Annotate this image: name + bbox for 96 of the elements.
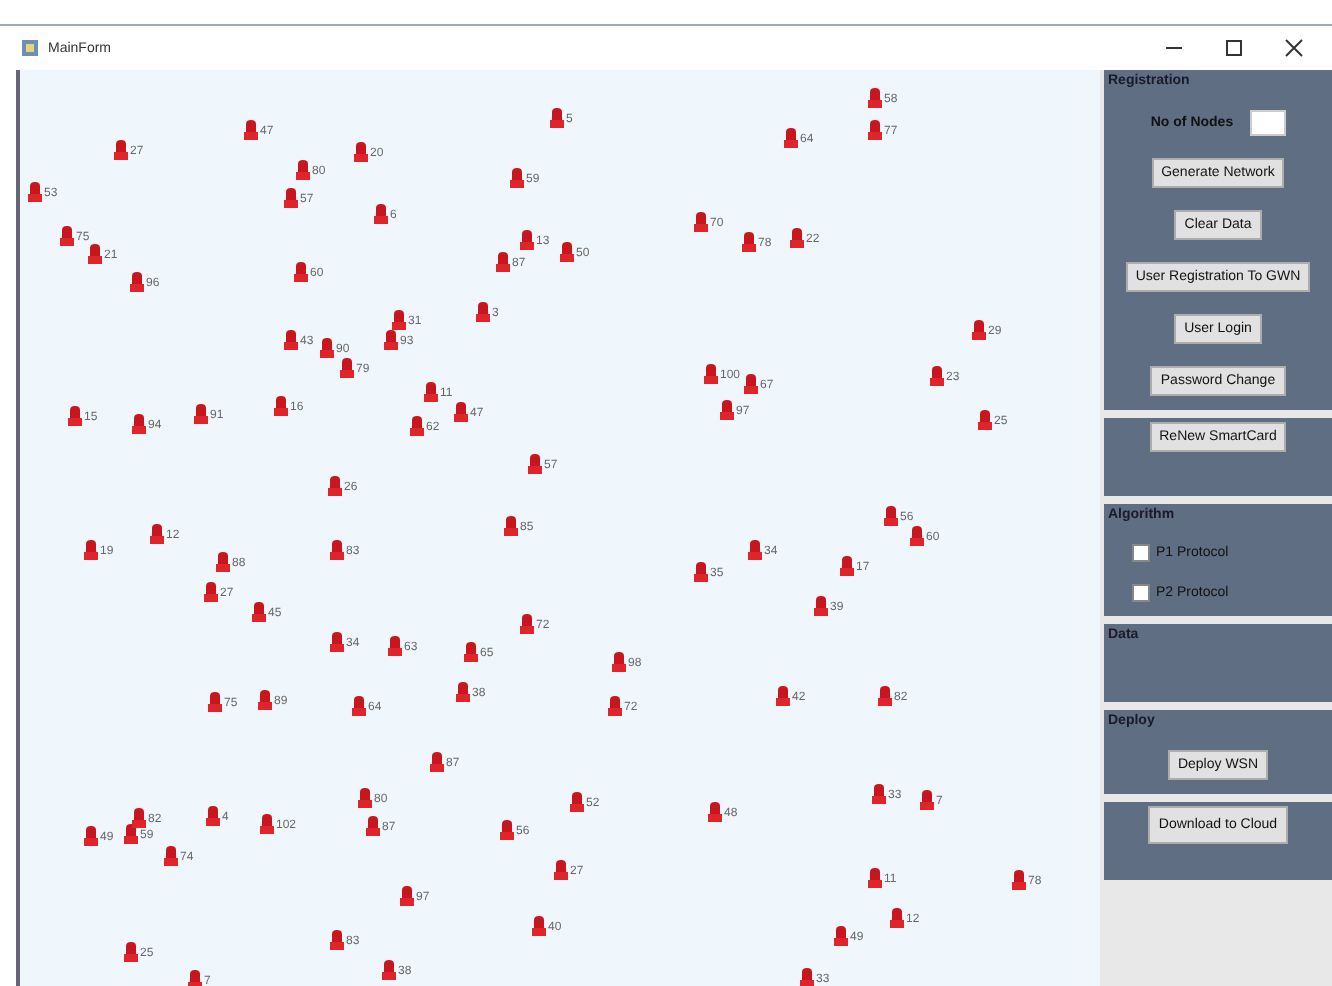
- sensor-node-icon: [274, 396, 288, 416]
- sensor-node-icon: [694, 212, 708, 232]
- sensor-node-icon: [704, 364, 718, 384]
- sensor-node-icon: [476, 302, 490, 322]
- sensor-node-icon: [430, 752, 444, 772]
- sensor-node-icon: [284, 188, 298, 208]
- sensor-node-icon: [354, 142, 368, 162]
- sensor-node-icon: [930, 366, 944, 386]
- checkbox[interactable]: [1132, 584, 1150, 602]
- sensor-node-icon: [872, 784, 886, 804]
- sensor-node-icon: [28, 182, 42, 202]
- sensor-node-icon: [352, 696, 366, 716]
- sensor-node-icon: [330, 930, 344, 950]
- sensor-node-icon: [382, 960, 396, 980]
- sensor-node-icon: [868, 868, 882, 888]
- sensor-node-icon: [790, 228, 804, 248]
- sensor-node-icon: [258, 690, 272, 710]
- sensor-node-icon: [194, 404, 208, 424]
- sensor-node-icon: [694, 562, 708, 582]
- sensor-node-icon: [328, 476, 342, 496]
- sensor-node-icon: [504, 516, 518, 536]
- sensor-node-icon: [410, 416, 424, 436]
- sensor-node-icon: [890, 908, 904, 928]
- sensor-node-icon: [560, 242, 574, 262]
- sensor-node-icon: [520, 230, 534, 250]
- sensor-node-icon: [216, 552, 230, 572]
- sensor-node-icon: [884, 506, 898, 526]
- sensor-node-icon: [208, 692, 222, 712]
- sensor-node-icon: [784, 128, 798, 148]
- sensor-node-icon: [164, 846, 178, 866]
- sensor-node-icon: [878, 686, 892, 706]
- sensor-node-icon: [206, 806, 220, 826]
- sensor-node-icon: [920, 790, 934, 810]
- maximize-icon[interactable]: [1224, 38, 1244, 58]
- sensor-node-icon: [284, 330, 298, 350]
- sensor-node-icon: [612, 652, 626, 672]
- sensor-node-icon: [244, 120, 258, 140]
- sensor-node-icon: [814, 596, 828, 616]
- sensor-node-icon: [320, 338, 334, 358]
- sensor-node-icon: [834, 926, 848, 946]
- sensor-node-icon: [868, 88, 882, 108]
- sensor-node-icon: [60, 226, 74, 246]
- sensor-node-icon: [840, 556, 854, 576]
- nodes-input[interactable]: [1249, 110, 1286, 136]
- sensor-node-icon: [1012, 870, 1026, 890]
- sensor-node-icon: [570, 792, 584, 812]
- sensor-node-icon: [744, 374, 758, 394]
- sensor-node-icon: [496, 252, 510, 272]
- sensor-node-icon: [330, 632, 344, 652]
- sensor-node-icon: [388, 636, 402, 656]
- sensor-node-icon: [528, 454, 542, 474]
- sensor-node-icon: [88, 244, 102, 264]
- sensor-node-icon: [520, 614, 534, 634]
- app-icon: [20, 38, 40, 58]
- close-icon[interactable]: [1284, 38, 1304, 58]
- sensor-node-icon: [114, 140, 128, 160]
- sensor-node-icon: [400, 886, 414, 906]
- sensor-node-icon: [868, 120, 882, 140]
- sensor-node-icon: [550, 108, 564, 128]
- sensor-node-icon: [800, 968, 814, 986]
- sensor-node-icon: [294, 262, 308, 282]
- sensor-node-icon: [978, 410, 992, 430]
- sensor-node-icon: [252, 602, 266, 622]
- sensor-node-icon: [150, 524, 164, 544]
- sensor-node-icon: [500, 820, 514, 840]
- sensor-node-icon: [776, 686, 790, 706]
- sensor-node-icon: [204, 582, 218, 602]
- sensor-node-icon: [456, 682, 470, 702]
- sensor-node-icon: [720, 400, 734, 420]
- checkbox[interactable]: [1132, 544, 1150, 562]
- sensor-node-icon: [130, 272, 144, 292]
- sensor-node-icon: [132, 414, 146, 434]
- sensor-node-icon: [188, 970, 202, 986]
- sensor-node-icon: [366, 816, 380, 836]
- sensor-node-icon: [972, 320, 986, 340]
- sensor-node-icon: [742, 232, 756, 252]
- sensor-node-icon: [748, 540, 762, 560]
- sensor-node-icon: [260, 814, 274, 834]
- sensor-node-icon: [608, 696, 622, 716]
- sensor-node-icon: [296, 160, 310, 180]
- sensor-node-icon: [340, 358, 354, 378]
- sensor-node-icon: [374, 204, 388, 224]
- sensor-node-icon: [424, 382, 438, 402]
- sensor-node-icon: [910, 526, 924, 546]
- sensor-node-icon: [124, 942, 138, 962]
- sensor-node-icon: [510, 168, 524, 188]
- sensor-node-icon: [532, 916, 546, 936]
- sensor-node-icon: [454, 402, 468, 422]
- sensor-node-icon: [358, 788, 372, 808]
- sensor-node-icon: [84, 826, 98, 846]
- sensor-node-icon: [554, 860, 568, 880]
- sensor-node-icon: [84, 540, 98, 560]
- sensor-node-icon: [330, 540, 344, 560]
- sensor-node-icon: [708, 802, 722, 822]
- sensor-node-icon: [464, 642, 478, 662]
- sensor-node-icon: [68, 406, 82, 426]
